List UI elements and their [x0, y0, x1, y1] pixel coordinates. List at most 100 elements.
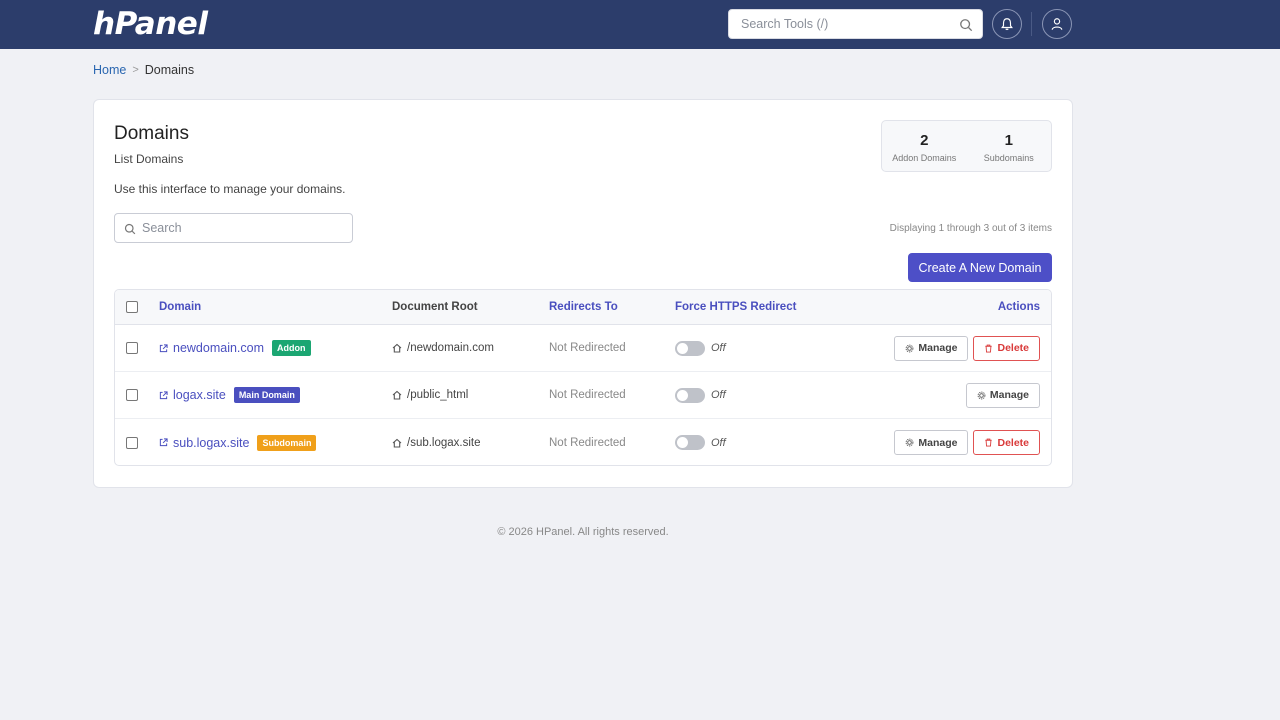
breadcrumb-separator: > [132, 64, 139, 76]
document-root-value: /public_html [407, 389, 469, 401]
breadcrumb-current: Domains [144, 63, 195, 77]
domain-link[interactable]: newdomain.com [173, 341, 264, 355]
stat-value: 1 [1004, 132, 1013, 149]
top-navbar: hPanel [0, 0, 1280, 49]
breadcrumb: Home > Domains [93, 63, 194, 77]
force-https-toggle[interactable] [675, 435, 705, 450]
table-header: Domain Document Root Redirects To Force … [115, 290, 1051, 325]
page-title: Domains [114, 123, 189, 144]
document-root-value: /newdomain.com [407, 342, 494, 354]
header-redirects-to[interactable]: Redirects To [549, 290, 618, 324]
actions-cell: Manage [965, 372, 1040, 418]
stat-subdomains: 1 Subdomains [967, 121, 1052, 171]
trash-icon [985, 438, 993, 447]
manage-button[interactable]: Manage [894, 430, 969, 455]
https-status: Off [711, 389, 726, 401]
home-icon [392, 343, 402, 353]
header-actions: Actions [997, 301, 1040, 313]
https-cell: Off [675, 325, 726, 371]
tool-search-box[interactable] [728, 9, 983, 39]
row-select-cell [126, 372, 138, 418]
external-link-icon [159, 438, 168, 447]
notifications-button[interactable] [992, 9, 1022, 39]
domain-link[interactable]: sub.logax.site [173, 436, 249, 450]
domain-link[interactable]: logax.site [173, 388, 226, 402]
delete-button[interactable]: Delete [973, 335, 1040, 361]
gear-icon [977, 391, 986, 399]
gear-icon [906, 344, 914, 352]
delete-button[interactable]: Delete [973, 430, 1040, 455]
page-description: Use this interface to manage your domain… [114, 182, 346, 196]
https-cell: Off [675, 419, 726, 465]
page-subtitle: List Domains [114, 152, 184, 166]
header-domain[interactable]: Domain [159, 290, 201, 324]
row-select-cell [126, 419, 138, 465]
select-all-cell [126, 290, 138, 324]
table-row: logax.site Main Domain /public_html Not … [115, 372, 1051, 419]
home-icon [392, 390, 402, 400]
domain-search-input[interactable] [115, 214, 352, 242]
delete-label: Delete [997, 436, 1029, 449]
hpanel-logo[interactable]: hPanel [93, 6, 208, 42]
document-root-cell: /sub.logax.site [392, 419, 481, 465]
bell-icon [1001, 18, 1013, 31]
stat-label: Addon Domains [892, 153, 957, 163]
manage-button[interactable]: Manage [965, 382, 1040, 408]
gear-icon [906, 438, 914, 447]
main-domain-badge: Main Domain [233, 387, 300, 403]
addon-badge: Addon [272, 340, 311, 356]
stat-value: 2 [920, 132, 929, 149]
pagination-info: Displaying 1 through 3 out of 3 items [889, 223, 1052, 234]
document-root-cell: /public_html [392, 372, 468, 418]
table-row: newdomain.com Addon /newdomain.com Not R… [115, 325, 1051, 372]
force-https-toggle[interactable] [675, 387, 705, 403]
row-checkbox[interactable] [126, 436, 138, 449]
breadcrumb-home-link[interactable]: Home [93, 63, 126, 77]
document-root-cell: /newdomain.com [392, 325, 494, 371]
tool-search-input[interactable] [729, 10, 982, 38]
redirect-value: Not Redirected [549, 389, 626, 401]
domain-cell: sub.logax.site Subdomain [159, 419, 317, 465]
stat-label: Subdomains [983, 153, 1034, 163]
https-cell: Off [675, 372, 726, 418]
manage-button[interactable]: Manage [894, 335, 969, 361]
https-status: Off [711, 436, 726, 449]
domains-table: Domain Document Root Redirects To Force … [114, 289, 1052, 466]
row-checkbox[interactable] [126, 389, 138, 401]
actions-cell: Manage Delete [894, 325, 1040, 371]
trash-icon [985, 344, 993, 353]
manage-label: Manage [918, 436, 958, 449]
search-icon [124, 223, 136, 235]
redirect-value: Not Redirected [549, 342, 626, 354]
manage-label: Manage [918, 342, 958, 354]
manage-label: Manage [989, 389, 1029, 401]
header-force-https[interactable]: Force HTTPS Redirect [675, 290, 796, 324]
domain-stats: 2 Addon Domains 1 Subdomains [881, 120, 1052, 172]
subdomain-badge: Subdomain [257, 434, 317, 451]
footer-copyright: © 2026 HPanel. All rights reserved. [497, 526, 669, 538]
domain-cell: newdomain.com Addon [159, 325, 311, 371]
header-divider [1031, 12, 1032, 36]
domains-card: Domains List Domains Use this interface … [93, 99, 1073, 488]
table-row: sub.logax.site Subdomain /sub.logax.site… [115, 419, 1051, 465]
domain-search-box[interactable] [114, 213, 353, 243]
create-domain-button[interactable]: Create A New Domain [908, 253, 1052, 282]
document-root-value: /sub.logax.site [407, 436, 481, 449]
user-menu-button[interactable] [1042, 9, 1072, 39]
domain-cell: logax.site Main Domain [159, 372, 300, 418]
row-checkbox[interactable] [126, 342, 138, 354]
external-link-icon [159, 390, 168, 399]
actions-cell: Manage Delete [894, 419, 1040, 465]
home-icon [392, 438, 402, 448]
row-select-cell [126, 325, 138, 371]
header-document-root[interactable]: Document Root [392, 290, 478, 324]
external-link-icon [159, 343, 168, 352]
https-status: Off [711, 342, 726, 354]
user-icon [1051, 18, 1063, 30]
stat-addon-domains: 2 Addon Domains [882, 121, 967, 171]
delete-label: Delete [997, 342, 1029, 354]
select-all-checkbox[interactable] [126, 301, 138, 313]
force-https-toggle[interactable] [675, 340, 705, 356]
redirect-value: Not Redirected [549, 436, 626, 449]
search-icon[interactable] [959, 18, 973, 32]
